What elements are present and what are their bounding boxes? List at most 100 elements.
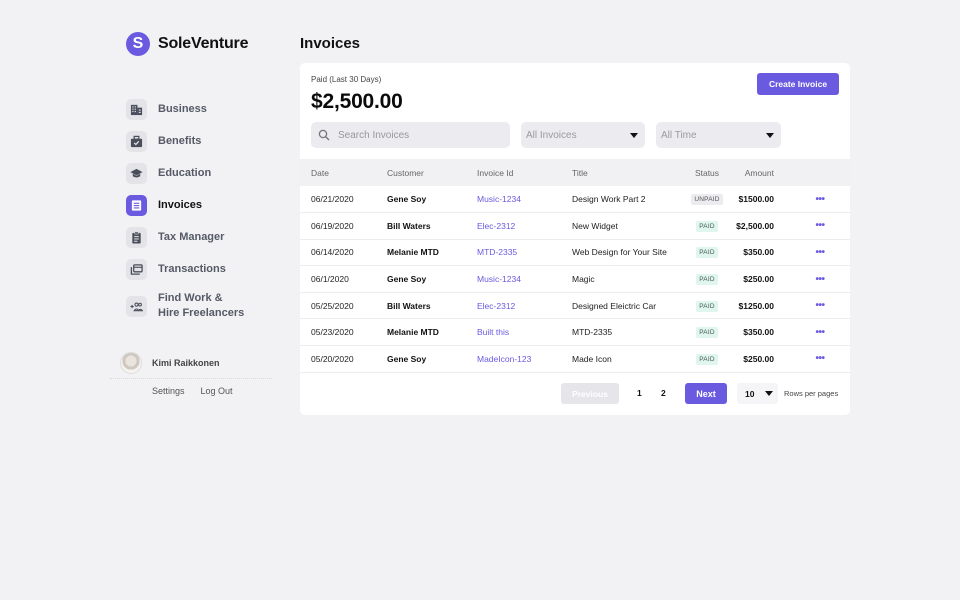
more-actions-icon[interactable]: ••• bbox=[774, 213, 850, 240]
column-header-amount[interactable]: Amount bbox=[726, 159, 774, 186]
label-line-2: Hire Freelancers bbox=[158, 307, 245, 319]
rows-per-page-value: 10 bbox=[745, 388, 755, 399]
cell-status: UNPAID bbox=[688, 186, 726, 213]
sidebar-item-benefits[interactable]: Benefits bbox=[126, 130, 286, 152]
sidebar-item-label: Business bbox=[158, 102, 207, 115]
cell-customer: Melanie MTD bbox=[387, 247, 439, 258]
more-actions-icon[interactable]: ••• bbox=[774, 292, 850, 319]
table-row[interactable]: 06/19/2020 Bill Waters Elec-2312 New Widget… bbox=[300, 213, 850, 240]
rows-per-page-select[interactable]: 10 bbox=[737, 383, 778, 404]
invoice-id-link[interactable]: Music-1234 bbox=[477, 194, 521, 204]
building-icon bbox=[126, 98, 147, 120]
invoice-id-link[interactable]: Elec-2312 bbox=[477, 301, 515, 311]
invoices-table: Date Customer Invoice Id Title Status Am… bbox=[300, 159, 850, 373]
cell-invoice-id: Built this bbox=[477, 319, 572, 346]
cell-invoice-id: MadeIcon-123 bbox=[477, 346, 572, 373]
paid-summary-label: Paid (Last 30 Days) bbox=[311, 75, 382, 84]
table-row[interactable]: 06/14/2020 Melanie MTD MTD-2335 Web Design … bbox=[300, 239, 850, 266]
brand-logo[interactable]: S SoleVenture bbox=[126, 32, 248, 56]
status-badge: PAID bbox=[696, 247, 718, 259]
graduation-cap-icon bbox=[126, 162, 147, 184]
table-row[interactable]: 05/23/2020 Melanie MTD Built this MTD-2335 P… bbox=[300, 319, 850, 346]
cell-amount: $1250.00 bbox=[738, 300, 774, 311]
cell-amount: $1500.00 bbox=[738, 194, 774, 205]
caret-down-icon bbox=[765, 391, 773, 396]
sidebar-nav: Business Benefits Education Invoices Tax… bbox=[126, 98, 286, 332]
cards-icon bbox=[126, 258, 147, 280]
previous-button[interactable]: Previous bbox=[561, 383, 619, 404]
create-invoice-button[interactable]: Create Invoice bbox=[757, 73, 839, 95]
page-2-link[interactable]: 2 bbox=[661, 388, 666, 398]
search-box[interactable] bbox=[311, 122, 510, 148]
user-profile[interactable]: Kimi Raikkonen bbox=[120, 352, 220, 374]
table-row[interactable]: 06/21/2020 Gene Soy Music-1234 Design Work … bbox=[300, 186, 850, 213]
sidebar-item-find-work[interactable]: Find Work & Hire Freelancers bbox=[126, 290, 286, 322]
table-row[interactable]: 05/20/2020 Gene Soy MadeIcon-123 Made Icon P… bbox=[300, 346, 850, 373]
column-header-customer[interactable]: Customer bbox=[387, 159, 477, 186]
sidebar-item-label: Invoices bbox=[158, 198, 203, 211]
column-header-actions bbox=[774, 159, 850, 186]
sidebar-item-transactions[interactable]: Transactions bbox=[126, 258, 286, 280]
sidebar-item-label: Find Work & Hire Freelancers bbox=[158, 291, 244, 321]
column-header-invoice-id[interactable]: Invoice Id bbox=[477, 159, 572, 186]
invoice-id-link[interactable]: Music-1234 bbox=[477, 274, 521, 284]
cell-invoice-id: Elec-2312 bbox=[477, 213, 572, 240]
logout-link[interactable]: Log Out bbox=[201, 386, 233, 396]
cell-invoice-id: Music-1234 bbox=[477, 186, 572, 213]
column-header-date[interactable]: Date bbox=[300, 159, 387, 186]
more-actions-icon[interactable]: ••• bbox=[774, 346, 850, 373]
invoice-type-select[interactable]: All Invoices bbox=[521, 122, 645, 148]
cell-date: 05/25/2020 bbox=[311, 300, 354, 311]
invoice-id-link[interactable]: Built this bbox=[477, 327, 509, 337]
pagination: Previous 1 2 Next 10 Rows per pages bbox=[300, 383, 850, 405]
page-title: Invoices bbox=[300, 35, 361, 52]
sidebar-item-tax-manager[interactable]: Tax Manager bbox=[126, 226, 286, 248]
status-badge: PAID bbox=[696, 353, 718, 365]
table-row[interactable]: 06/1/2020 Gene Soy Music-1234 Magic PAID $250… bbox=[300, 266, 850, 293]
invoice-id-link[interactable]: Elec-2312 bbox=[477, 221, 515, 231]
cell-status: PAID bbox=[688, 319, 726, 346]
column-header-title[interactable]: Title bbox=[572, 159, 688, 186]
cell-title: New Widget bbox=[572, 220, 618, 231]
cell-title: Design Work Part 2 bbox=[572, 194, 646, 205]
cell-amount: $350.00 bbox=[743, 327, 774, 338]
logo-mark-icon: S bbox=[126, 32, 150, 56]
cell-amount: $250.00 bbox=[743, 353, 774, 364]
cell-status: PAID bbox=[688, 292, 726, 319]
cell-status: PAID bbox=[688, 213, 726, 240]
sidebar-item-education[interactable]: Education bbox=[126, 162, 286, 184]
invoice-type-value: All Invoices bbox=[526, 129, 577, 141]
cell-customer: Gene Soy bbox=[387, 353, 427, 364]
cell-date: 06/1/2020 bbox=[311, 274, 349, 285]
invoices-card: Paid (Last 30 Days) $2,500.00 Create Inv… bbox=[300, 63, 850, 415]
time-range-select[interactable]: All Time bbox=[656, 122, 781, 148]
invoice-id-link[interactable]: MTD-2335 bbox=[477, 247, 517, 257]
divider bbox=[110, 378, 272, 379]
settings-link[interactable]: Settings bbox=[152, 386, 185, 396]
table-row[interactable]: 05/25/2020 Bill Waters Elec-2312 Designed E… bbox=[300, 292, 850, 319]
status-badge: PAID bbox=[696, 274, 718, 286]
search-input[interactable] bbox=[338, 129, 498, 141]
status-badge: UNPAID bbox=[691, 194, 723, 206]
column-header-status[interactable]: Status bbox=[688, 159, 726, 186]
more-actions-icon[interactable]: ••• bbox=[774, 266, 850, 293]
label-line-1: Find Work & bbox=[158, 292, 223, 304]
sidebar-item-invoices[interactable]: Invoices bbox=[126, 194, 286, 216]
clipboard-icon bbox=[126, 226, 147, 248]
next-button[interactable]: Next bbox=[685, 383, 727, 404]
search-icon bbox=[318, 129, 330, 141]
sidebar-item-label: Education bbox=[158, 166, 212, 179]
status-badge: PAID bbox=[696, 220, 718, 232]
page-1-link[interactable]: 1 bbox=[637, 388, 642, 398]
cell-customer: Melanie MTD bbox=[387, 327, 439, 338]
status-badge: PAID bbox=[696, 300, 718, 312]
more-actions-icon[interactable]: ••• bbox=[774, 319, 850, 346]
app: S SoleVenture Business Benefits Educatio… bbox=[0, 0, 960, 600]
more-actions-icon[interactable]: ••• bbox=[774, 186, 850, 213]
sidebar-item-business[interactable]: Business bbox=[126, 98, 286, 120]
cell-customer: Gene Soy bbox=[387, 274, 427, 285]
time-range-value: All Time bbox=[661, 129, 697, 141]
invoice-id-link[interactable]: MadeIcon-123 bbox=[477, 354, 531, 364]
more-actions-icon[interactable]: ••• bbox=[774, 239, 850, 266]
sidebar-item-label: Benefits bbox=[158, 134, 202, 147]
